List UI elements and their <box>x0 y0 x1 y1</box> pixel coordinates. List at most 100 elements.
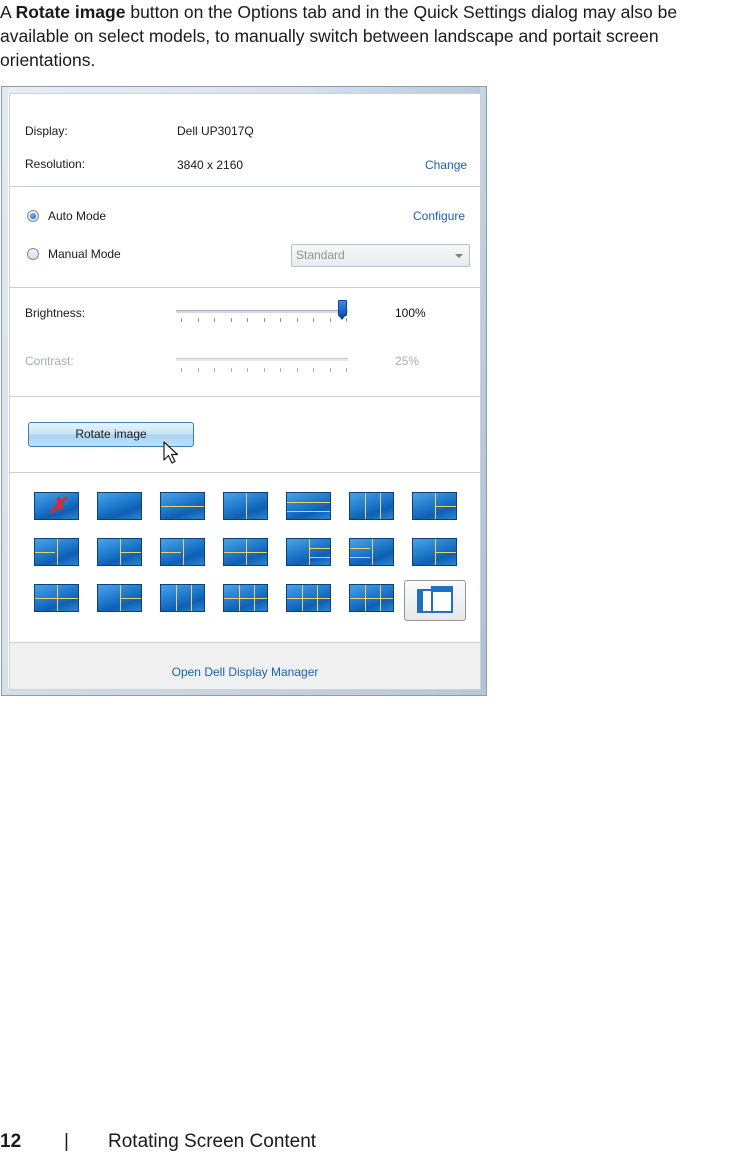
tile-divider <box>191 585 192 611</box>
tile-divider <box>350 548 370 549</box>
contrast-track <box>176 358 348 361</box>
tile-divider <box>309 548 330 549</box>
intro-paragraph: A Rotate image button on the Options tab… <box>0 0 745 72</box>
slider-tick <box>214 368 215 372</box>
preset-mode-select[interactable]: Standard <box>291 244 470 267</box>
layout-preset-tile[interactable] <box>160 538 205 566</box>
preset-select-value: Standard <box>296 248 345 262</box>
resolution-label: Resolution: <box>25 157 86 171</box>
display-value: Dell UP3017Q <box>177 124 254 138</box>
tile-divider <box>372 539 373 565</box>
tile-divider <box>287 598 330 599</box>
slider-tick <box>181 368 182 372</box>
mouse-pointer-icon <box>163 441 179 464</box>
layout-preset-tile[interactable] <box>34 584 79 612</box>
layout-preset-tile[interactable] <box>412 538 457 566</box>
slider-tick <box>230 368 232 372</box>
layout-preset-tile[interactable] <box>223 584 268 612</box>
layout-preset-tile[interactable] <box>97 538 142 566</box>
layout-preset-tile[interactable] <box>349 538 394 566</box>
slider-tick <box>197 318 199 322</box>
slider-tick <box>346 368 347 372</box>
tile-divider <box>380 493 381 519</box>
contrast-value: 25% <box>395 354 420 368</box>
tile-divider <box>365 493 366 519</box>
layout-preset-tile[interactable] <box>160 492 205 520</box>
layout-preset-tile[interactable]: ✗ <box>34 492 79 520</box>
dialog-footer: Open Dell Display Manager <box>10 642 480 689</box>
auto-mode-label: Auto Mode <box>48 209 107 223</box>
configure-link[interactable]: Configure <box>413 209 465 223</box>
tile-divider <box>224 552 267 553</box>
auto-mode-radio[interactable] <box>27 210 39 222</box>
layout-preset-tile[interactable] <box>160 584 205 612</box>
slider-tick <box>346 318 347 322</box>
layout-preset-selected[interactable] <box>404 580 466 621</box>
brightness-label: Brightness: <box>25 306 86 320</box>
divider <box>10 186 480 187</box>
brightness-thumb[interactable] <box>338 300 347 320</box>
tile-divider <box>57 539 58 565</box>
slider-tick <box>197 368 199 372</box>
tile-divider <box>176 585 177 611</box>
brightness-track <box>176 310 348 313</box>
slider-tick <box>296 318 298 322</box>
slider-tick <box>263 368 265 372</box>
tile-divider <box>435 506 456 507</box>
layout-preset-tile[interactable] <box>286 584 331 612</box>
slider-tick <box>247 368 248 372</box>
divider <box>10 287 480 288</box>
tile-divider <box>35 598 78 599</box>
divider <box>10 396 480 397</box>
slider-tick <box>280 368 281 372</box>
layout-preset-tile[interactable] <box>286 492 331 520</box>
tile-divider <box>287 502 330 503</box>
intro-bold-term: Rotate image <box>15 2 126 22</box>
section-title: Rotating Screen Content <box>108 1131 317 1152</box>
brightness-slider[interactable] <box>176 294 351 334</box>
layout-preset-tile[interactable] <box>223 538 268 566</box>
layout-preset-tile[interactable] <box>223 492 268 520</box>
slider-tick <box>329 318 331 322</box>
layout-preset-tile[interactable] <box>412 492 457 520</box>
tile-divider <box>350 557 370 558</box>
layout-preset-tile[interactable] <box>286 538 331 566</box>
change-link[interactable]: Change <box>425 158 467 172</box>
divider <box>10 472 480 473</box>
layout-preset-tile[interactable] <box>349 492 394 520</box>
tile-divider <box>435 552 456 553</box>
layout-preset-tile[interactable] <box>97 492 142 520</box>
quick-settings-dialog: Display: Dell UP3017Q Resolution: 3840 x… <box>1 86 487 696</box>
contrast-label: Contrast: <box>25 354 74 368</box>
chevron-down-icon <box>455 254 463 258</box>
open-ddm-link[interactable]: Open Dell Display Manager <box>10 665 480 679</box>
tile-divider <box>120 598 141 599</box>
slider-tick <box>181 318 182 322</box>
layout-preset-tile[interactable] <box>349 584 394 612</box>
layout-preset-tile[interactable] <box>97 584 142 612</box>
tile-divider <box>35 552 55 553</box>
tile-divider <box>224 598 267 599</box>
slider-tick <box>247 318 248 322</box>
manual-mode-label: Manual Mode <box>48 247 121 261</box>
slider-tick <box>263 318 265 322</box>
window-frame-left <box>2 87 8 695</box>
tile-divider <box>183 539 184 565</box>
tile-divider <box>120 552 141 553</box>
manual-mode-radio[interactable] <box>27 248 39 260</box>
slider-tick <box>280 318 281 322</box>
tile-divider <box>246 493 247 519</box>
slider-tick <box>230 318 232 322</box>
slider-tick <box>313 368 314 372</box>
cross-icon: ✗ <box>48 493 67 518</box>
page-footer: 12 | Rotating Screen Content <box>0 1131 745 1155</box>
tile-divider <box>161 552 181 553</box>
layout-preset-tile[interactable] <box>34 538 79 566</box>
slider-tick <box>214 318 215 322</box>
slider-tick <box>329 368 331 372</box>
tile-divider <box>287 511 330 512</box>
window-layout-icon <box>417 586 453 613</box>
resolution-value: 3840 x 2160 <box>177 158 244 172</box>
slider-tick <box>313 318 314 322</box>
tile-divider <box>161 506 204 507</box>
